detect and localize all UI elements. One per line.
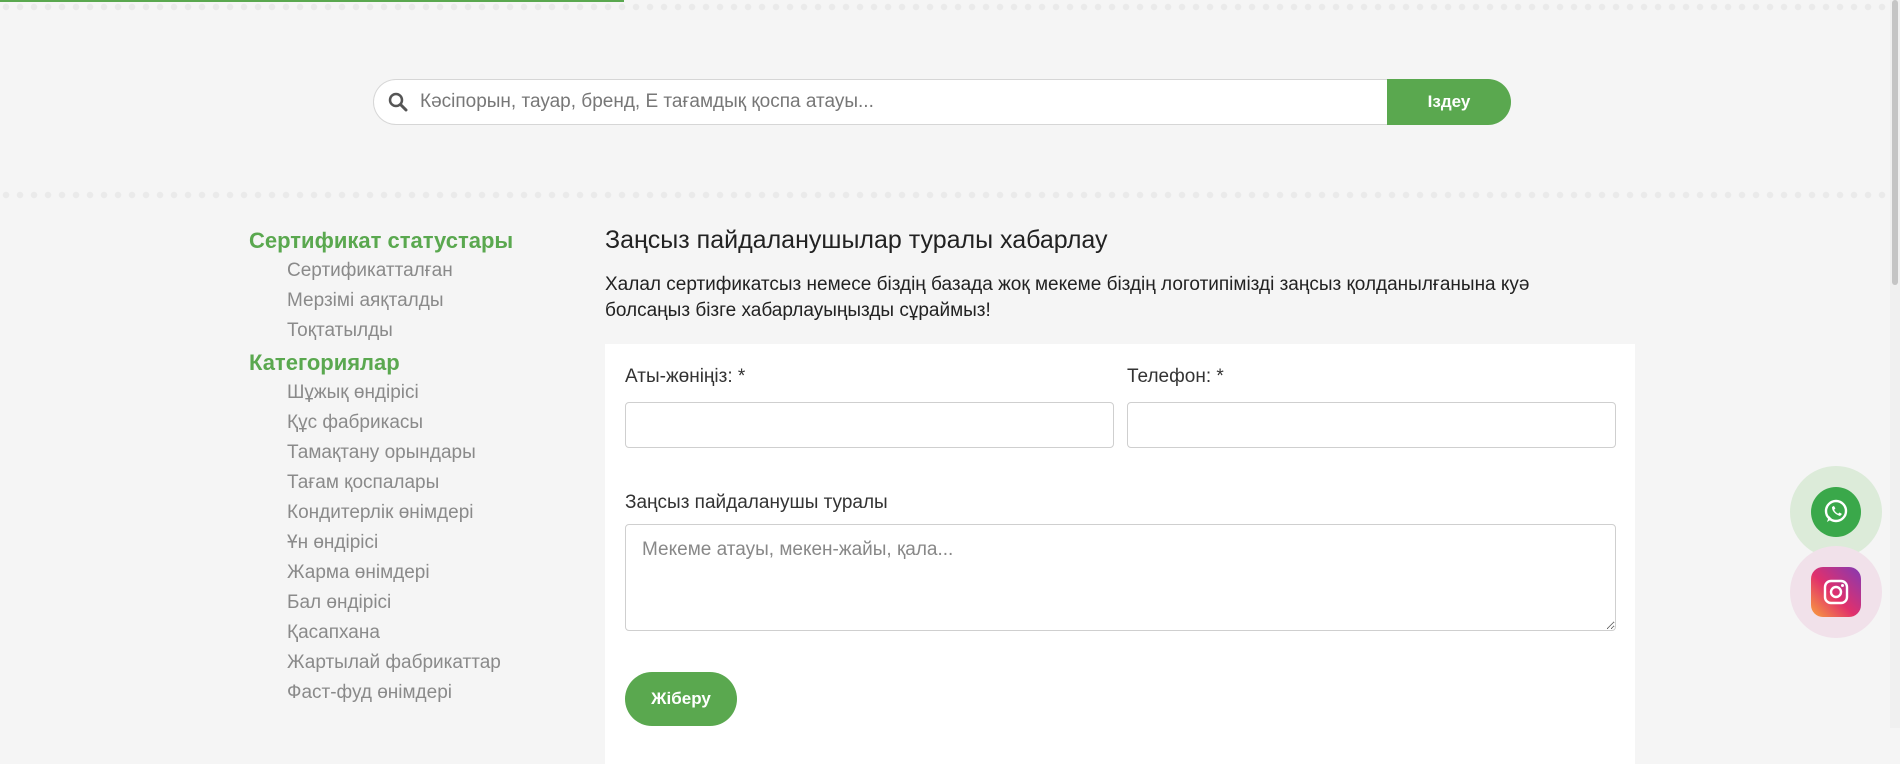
sidebar-item-food-additives[interactable]: Тағам қоспалары bbox=[287, 468, 569, 498]
sidebar-item-semi-finished[interactable]: Жартылай фабрикаттар bbox=[287, 648, 569, 678]
page-scrollbar[interactable] bbox=[1890, 0, 1900, 728]
sidebar-item-certified[interactable]: Сертификатталған bbox=[287, 256, 569, 286]
about-field[interactable] bbox=[625, 524, 1616, 631]
sidebar-item-flour[interactable]: Ұн өндірісі bbox=[287, 528, 569, 558]
search-box bbox=[373, 79, 1387, 125]
about-field-label: Заңсыз пайдаланушы туралы bbox=[625, 492, 888, 513]
search-button[interactable]: Іздеу bbox=[1387, 79, 1511, 125]
sidebar-item-expired[interactable]: Мерзімі аяқталды bbox=[287, 286, 569, 316]
sidebar-item-honey[interactable]: Бал өндірісі bbox=[287, 588, 569, 618]
sidebar-item-slaughterhouse[interactable]: Қасапхана bbox=[287, 618, 569, 648]
search-bar: Іздеу bbox=[373, 79, 1511, 125]
sidebar: Сертификат статустары Сертификатталған М… bbox=[249, 224, 569, 708]
sidebar-item-cereals[interactable]: Жарма өнімдері bbox=[287, 558, 569, 588]
instagram-button[interactable] bbox=[1790, 546, 1882, 638]
header-ornament bbox=[0, 0, 1890, 14]
page-description: Халал сертификатсыз немесе біздің базада… bbox=[605, 274, 1530, 321]
certificate-status-list: Сертификатталған Мерзімі аяқталды Тоқтат… bbox=[249, 256, 569, 346]
whatsapp-button[interactable] bbox=[1790, 466, 1882, 558]
category-list: Шұжық өндірісі Құс фабрикасы Тамақтану о… bbox=[249, 378, 569, 708]
search-icon bbox=[388, 92, 408, 112]
sidebar-heading-categories[interactable]: Категориялар bbox=[249, 348, 569, 378]
sidebar-item-poultry[interactable]: Құс фабрикасы bbox=[287, 408, 569, 438]
page-title: Заңсыз пайдаланушылар туралы хабарлау bbox=[605, 226, 1108, 254]
search-input[interactable] bbox=[418, 79, 1387, 125]
sidebar-item-fast-food[interactable]: Фаст-фуд өнімдері bbox=[287, 678, 569, 708]
submit-button[interactable]: Жіберу bbox=[625, 672, 737, 726]
phone-field-label: Телефон: * bbox=[1127, 366, 1224, 387]
report-form: Аты-жөніңіз: * Телефон: * Заңсыз пайдала… bbox=[605, 344, 1635, 764]
name-field[interactable] bbox=[625, 402, 1114, 448]
instagram-icon bbox=[1811, 567, 1861, 617]
scrollbar-thumb[interactable] bbox=[1892, 0, 1898, 285]
name-field-label: Аты-жөніңіз: * bbox=[625, 366, 746, 387]
sidebar-heading-certificate-statuses[interactable]: Сертификат статустары bbox=[249, 226, 569, 256]
sidebar-item-suspended[interactable]: Тоқтатылды bbox=[287, 316, 569, 346]
phone-field[interactable] bbox=[1127, 402, 1616, 448]
sidebar-item-confectionery[interactable]: Кондитерлік өнімдері bbox=[287, 498, 569, 528]
whatsapp-icon bbox=[1811, 487, 1861, 537]
sidebar-item-catering[interactable]: Тамақтану орындары bbox=[287, 438, 569, 468]
section-ornament bbox=[0, 188, 1890, 202]
main-content: Заңсыз пайдаланушылар туралы хабарлау Ха… bbox=[605, 222, 1635, 764]
sidebar-item-sausage[interactable]: Шұжық өндірісі bbox=[287, 378, 569, 408]
